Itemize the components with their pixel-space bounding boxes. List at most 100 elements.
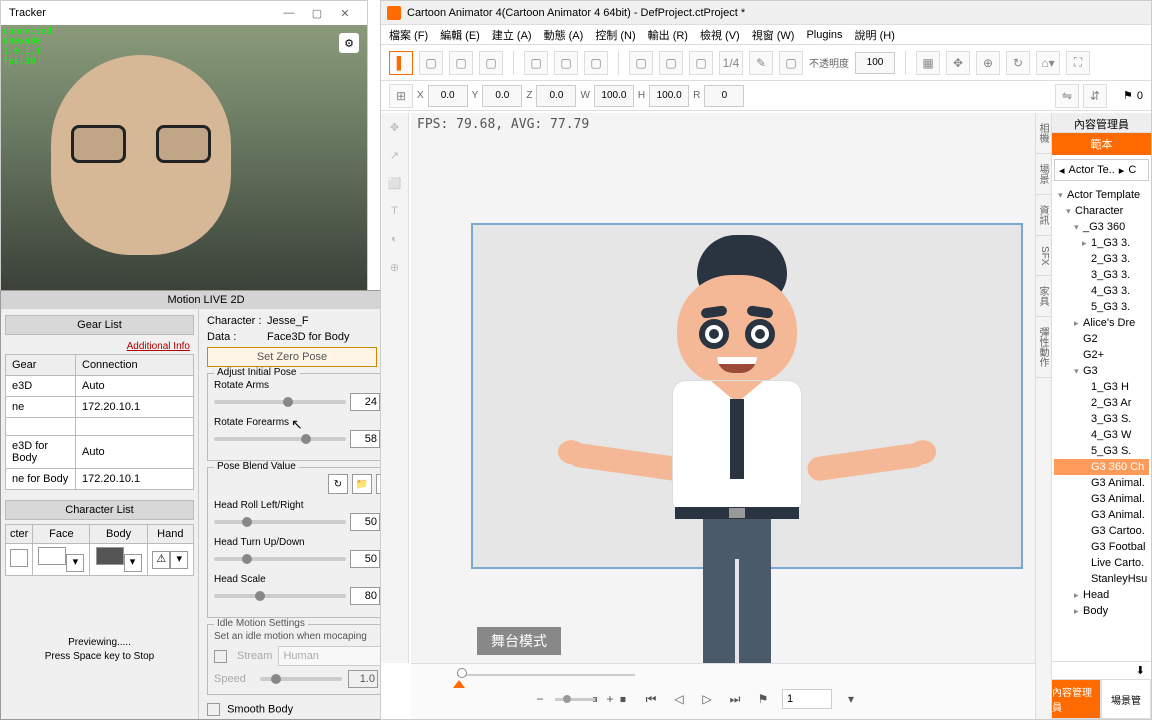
tree-item[interactable]: ▸Alice's Dre xyxy=(1054,315,1149,331)
actor-cell[interactable] xyxy=(10,549,28,567)
zoom-in-icon[interactable]: + xyxy=(601,690,619,708)
z-input[interactable] xyxy=(536,85,576,107)
gear-icon[interactable]: ⚙ xyxy=(339,33,359,53)
tool-icon[interactable]: ▢ xyxy=(659,51,683,75)
tool-icon[interactable]: ▢ xyxy=(584,51,608,75)
vtab[interactable]: 相機 xyxy=(1036,113,1051,154)
tool-icon[interactable]: ⬜ xyxy=(385,173,405,193)
tree-item[interactable]: 4_G3 W xyxy=(1054,427,1149,443)
head-roll-input[interactable] xyxy=(350,513,380,531)
move-icon[interactable]: ✥ xyxy=(946,51,970,75)
menu-file[interactable]: 檔案 (F) xyxy=(389,27,428,43)
grid-icon[interactable]: ⊞ xyxy=(389,84,413,108)
tree-item[interactable]: ▸1_G3 3. xyxy=(1054,235,1149,251)
first-frame-icon[interactable]: ⏮ xyxy=(642,690,660,708)
ca-titlebar[interactable]: Cartoon Animator 4(Cartoon Animator 4 64… xyxy=(381,1,1151,25)
flip-v-icon[interactable]: ⇵ xyxy=(1083,84,1107,108)
tree-item[interactable]: ▸Body xyxy=(1054,603,1149,619)
rotate-arms-slider[interactable] xyxy=(214,400,346,404)
pan-icon[interactable]: ⊕ xyxy=(976,51,1000,75)
download-icon[interactable]: ⬇ xyxy=(1136,664,1145,677)
conn-cell[interactable]: Auto xyxy=(76,376,194,397)
set-zero-pose-button[interactable]: Set Zero Pose xyxy=(207,347,377,367)
last-frame-icon[interactable]: ⏭ xyxy=(726,690,744,708)
vtab[interactable]: SFX xyxy=(1036,236,1051,276)
gear-cell[interactable]: ne xyxy=(6,397,76,418)
opacity-input[interactable] xyxy=(855,52,895,74)
frame-input[interactable] xyxy=(782,689,832,709)
tree-item[interactable]: G3 Animal. xyxy=(1054,507,1149,523)
tree-item[interactable]: 2_G3 3. xyxy=(1054,251,1149,267)
cp-tab-template[interactable]: 範本 xyxy=(1052,133,1151,155)
next-frame-icon[interactable]: ▷ xyxy=(698,690,716,708)
conn-cell[interactable] xyxy=(76,418,194,436)
tree-item[interactable]: 2_G3 Ar xyxy=(1054,395,1149,411)
additional-info-link[interactable]: Additional Info xyxy=(5,339,194,354)
vtab[interactable]: 資訊 xyxy=(1036,195,1051,236)
gear-cell[interactable] xyxy=(6,418,76,436)
close-icon[interactable]: ✕ xyxy=(331,3,359,23)
prev-frame-icon[interactable]: ◁ xyxy=(670,690,688,708)
conn-cell[interactable]: 172.20.10.1 xyxy=(76,397,194,418)
rotate-arms-input[interactable] xyxy=(350,393,380,411)
flip-h-icon[interactable]: ⇋ xyxy=(1055,84,1079,108)
menu-window[interactable]: 視窗 (W) xyxy=(752,27,795,43)
timeline-track[interactable] xyxy=(411,664,1035,684)
conn-cell[interactable]: Auto xyxy=(76,436,194,469)
tree-item[interactable]: 3_G3 3. xyxy=(1054,267,1149,283)
x-input[interactable] xyxy=(428,85,468,107)
tree-item[interactable]: ▸Head xyxy=(1054,587,1149,603)
tab-scene-manager[interactable]: 場景管 xyxy=(1101,679,1151,719)
tree-item[interactable]: 3_G3 S. xyxy=(1054,411,1149,427)
tree-item[interactable]: 5_G3 S. xyxy=(1054,443,1149,459)
head-turn-input[interactable] xyxy=(350,550,380,568)
menu-plugins[interactable]: Plugins xyxy=(806,29,842,41)
tool-icon[interactable]: ◐ xyxy=(385,229,405,249)
tree-item[interactable]: ▾G3 xyxy=(1054,363,1149,379)
vtab[interactable]: 場景 xyxy=(1036,154,1051,195)
tree-item[interactable]: ▾Actor Template xyxy=(1054,187,1149,203)
conn-cell[interactable]: 172.20.10.1 xyxy=(76,469,194,490)
tree-item[interactable]: StanleyHsu xyxy=(1054,571,1149,587)
menu-create[interactable]: 建立 (A) xyxy=(492,27,532,43)
tool-icon[interactable]: ▢ xyxy=(779,51,803,75)
tree-item[interactable]: 4_G3 3. xyxy=(1054,283,1149,299)
ml2d-titlebar[interactable]: Motion LIVE 2D ✕ xyxy=(1,291,411,309)
menu-view[interactable]: 檢視 (V) xyxy=(700,27,740,43)
tree-item[interactable]: G3 Animal. xyxy=(1054,475,1149,491)
tool-icon[interactable]: ▢ xyxy=(479,51,503,75)
menu-help[interactable]: 說明 (H) xyxy=(855,27,895,43)
tree-item[interactable]: 5_G3 3. xyxy=(1054,299,1149,315)
tool-icon[interactable]: ▢ xyxy=(524,51,548,75)
camera-icon[interactable]: ▦ xyxy=(916,51,940,75)
home-icon[interactable]: ⌂▾ xyxy=(1036,51,1060,75)
head-roll-slider[interactable] xyxy=(214,520,346,524)
speed-slider[interactable] xyxy=(260,677,342,681)
tree-item[interactable]: G3 Animal. xyxy=(1054,491,1149,507)
rotate-icon[interactable]: ↻ xyxy=(1006,51,1030,75)
tool-icon[interactable]: ↗ xyxy=(385,145,405,165)
expand-icon[interactable]: ⛶ xyxy=(1066,51,1090,75)
face-select[interactable] xyxy=(38,547,66,565)
tool-icon[interactable]: ✎ xyxy=(749,51,773,75)
zoom-out-icon[interactable]: − xyxy=(531,690,549,708)
tree-item[interactable]: G2+ xyxy=(1054,347,1149,363)
tree-item[interactable]: G3 Footbal xyxy=(1054,539,1149,555)
stage[interactable]: FPS: 79.68, AVG: 77.79 xyxy=(411,113,1035,663)
tracker-titlebar[interactable]: Tracker — ▢ ✕ xyxy=(1,1,367,25)
menu-render[interactable]: 輸出 (R) xyxy=(648,27,688,43)
menu-animation[interactable]: 動態 (A) xyxy=(544,27,584,43)
tool-icon[interactable]: ✥ xyxy=(385,117,405,137)
breadcrumb[interactable]: ◂Actor Te..▸C xyxy=(1054,159,1149,181)
tool-icon[interactable]: ▢ xyxy=(449,51,473,75)
tree-item[interactable]: ▾Character xyxy=(1054,203,1149,219)
tool-icon[interactable]: 1/4 xyxy=(719,51,743,75)
gear-cell[interactable]: e3D for Body xyxy=(6,436,76,469)
head-turn-slider[interactable] xyxy=(214,557,346,561)
tool-icon[interactable]: T xyxy=(385,201,405,221)
tree-item[interactable]: G2 xyxy=(1054,331,1149,347)
h-input[interactable] xyxy=(649,85,689,107)
idle-combo[interactable]: Human▾ xyxy=(278,646,396,666)
gear-cell[interactable]: e3D xyxy=(6,376,76,397)
tool-icon[interactable]: ▢ xyxy=(554,51,578,75)
